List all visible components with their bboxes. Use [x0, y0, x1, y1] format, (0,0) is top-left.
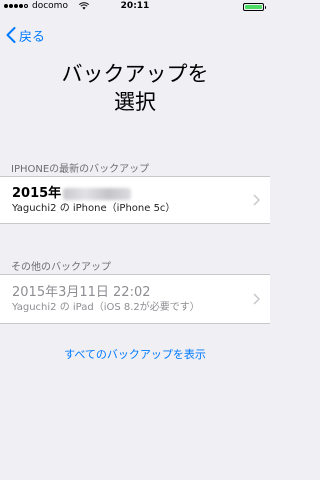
chevron-left-icon: [6, 27, 16, 43]
other-backup-date: 2015年3月11日 22:02: [12, 285, 151, 300]
back-button-label: 戻る: [19, 29, 46, 45]
page-title: バックアップを 選択: [20, 60, 250, 116]
section-header-other: その他のバックアップ: [11, 262, 111, 273]
latest-backup-row[interactable]: 2015年 Yaguchi2 の iPhone（iPhone 5c）: [0, 177, 270, 223]
page-title-line: 選択: [114, 90, 156, 114]
show-all-backups-link[interactable]: すべてのバックアップを表示: [0, 346, 270, 362]
other-backup-row[interactable]: 2015年3月11日 22:02 Yaguchi2 の iPad（iOS 8.2…: [0, 275, 270, 323]
latest-backup-date: 2015年: [12, 186, 62, 201]
status-time: 20:11: [120, 1, 150, 11]
page-title-line: バックアップを: [61, 62, 209, 86]
status-bar: docomo 20:11: [0, 0, 270, 14]
chevron-right-icon: [253, 194, 260, 206]
latest-backup-group: 2015年 Yaguchi2 の iPhone（iPhone 5c）: [0, 176, 270, 224]
section-header-iphone-latest: IPHONEの最新のバックアップ: [11, 164, 150, 175]
other-backup-device: Yaguchi2 の iPad（iOS 8.2が必要です）: [12, 302, 200, 313]
latest-backup-device: Yaguchi2 の iPhone（iPhone 5c）: [12, 203, 176, 214]
battery-icon: [243, 3, 266, 11]
back-button[interactable]: 戻る: [6, 25, 45, 45]
latest-backup-title-wrap: 2015年: [12, 185, 270, 202]
chevron-right-icon: [253, 293, 260, 305]
redacted-time: [63, 187, 132, 200]
other-backup-group: 2015年3月11日 22:02 Yaguchi2 の iPad（iOS 8.2…: [0, 274, 270, 324]
